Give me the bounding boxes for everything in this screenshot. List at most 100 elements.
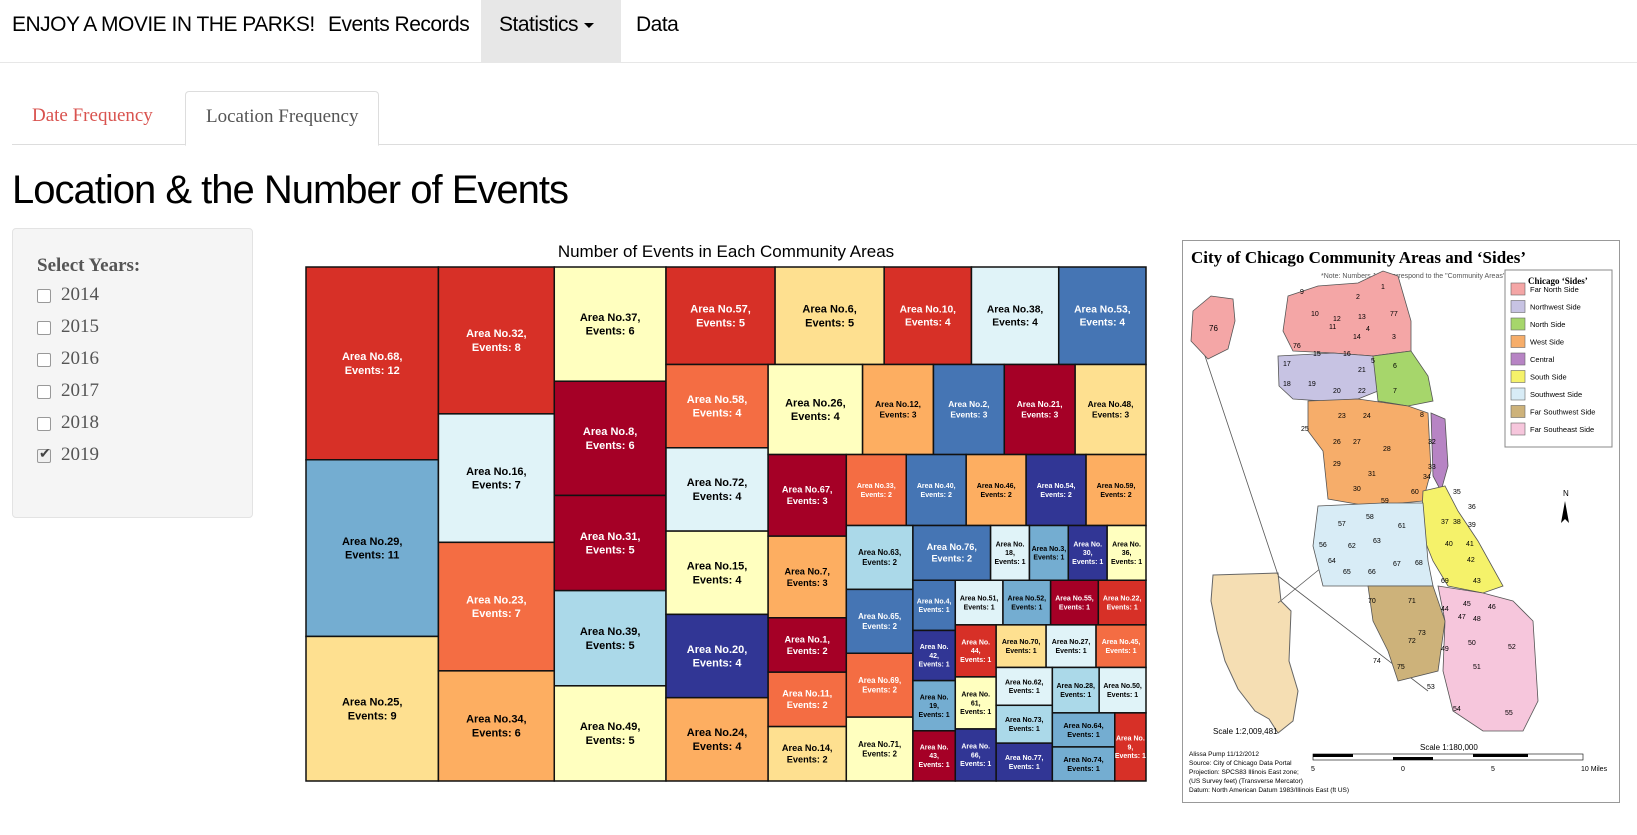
checkbox-input[interactable] [37,289,51,303]
treemap-cell-area-33[interactable]: Area No.33, Events: 2 [845,453,907,527]
treemap-cell-area-1[interactable]: Area No.1, Events: 2 [767,617,848,673]
treemap-label: Area No.73, Events: 1 [1005,717,1044,733]
treemap-cell-area-54[interactable]: Area No.54, Events: 2 [1025,453,1087,527]
treemap-cell-area-14[interactable]: Area No.14, Events: 2 [767,725,848,782]
treemap-cell-area-11[interactable]: Area No.11, Events: 2 [767,671,848,728]
treemap-cell-area-30[interactable]: Area No. 30, Events: 1 [1067,524,1108,582]
map-area-number: 34 [1423,474,1431,481]
treemap-cell-area-71[interactable]: Area No.71, Events: 2 [845,716,914,782]
treemap-rect [553,266,667,382]
treemap-cell-area-3[interactable]: Area No.3, Events: 1 [1028,524,1070,582]
treemap-cell-area-59[interactable]: Area No.59, Events: 2 [1085,453,1147,527]
brand-title[interactable]: ENJOY A MOVIE IN THE PARKS! [12,0,315,50]
map-area-number: 61 [1398,523,1406,530]
treemap-cell-area-25[interactable]: Area No.25, Events: 9 [305,635,440,782]
treemap-cell-area-37[interactable]: Area No.37, Events: 6 [553,266,667,382]
treemap-cell-area-46[interactable]: Area No.46, Events: 2 [965,453,1027,527]
treemap-cell-area-74[interactable]: Area No.74, Events: 1 [1051,746,1116,782]
treemap-cell-area-68[interactable]: Area No.68, Events: 12 [305,266,440,461]
checkbox-input[interactable] [37,321,51,335]
checkbox-input[interactable]: ✔ [37,447,51,463]
map-area-number: 64 [1328,558,1336,565]
treemap-cell-area-61[interactable]: Area No. 61, Events: 1 [954,676,997,730]
treemap-cell-area-77[interactable]: Area No.77, Events: 1 [995,742,1054,782]
treemap-cell-area-22[interactable]: Area No.22, Events: 1 [1097,579,1147,626]
treemap-cell-area-65[interactable]: Area No.65, Events: 2 [845,588,914,655]
nav-data[interactable]: Data [618,0,696,62]
treemap-cell-area-7[interactable]: Area No.7, Events: 3 [767,535,848,619]
credit-line-2: Source: City of Chicago Data Portal [1189,760,1292,767]
treemap-cell-area-18[interactable]: Area No. 18, Events: 1 [989,524,1031,582]
map-area-number: 74 [1373,658,1381,665]
tab-location-frequency[interactable]: Location Frequency [185,91,380,146]
treemap-cell-area-53[interactable]: Area No.53, Events: 4 [1057,266,1147,366]
treemap-cell-area-52[interactable]: Area No.52, Events: 1 [1002,579,1052,626]
treemap-rect [437,413,556,544]
treemap-cell-area-2[interactable]: Area No.2, Events: 3 [932,363,1006,456]
treemap-cell-area-69[interactable]: Area No.69, Events: 2 [845,652,914,718]
treemap-cell-area-64[interactable]: Area No.64, Events: 1 [1051,712,1116,748]
treemap-cell-area-62[interactable]: Area No.62, Events: 1 [995,666,1054,707]
nav-events-records[interactable]: Events Records [310,0,487,62]
treemap-cell-area-28[interactable]: Area No.28, Events: 1 [1051,666,1100,714]
treemap-cell-area-9[interactable]: Area No. 9, Events: 1 [1114,712,1147,782]
treemap-cell-area-38[interactable]: Area No.38, Events: 4 [970,266,1060,366]
treemap-cell-area-8[interactable]: Area No.8, Events: 6 [553,380,667,497]
scale-tick-1: 5 [1311,766,1315,773]
treemap-cell-area-70[interactable]: Area No.70, Events: 1 [995,624,1047,669]
treemap-cell-area-76[interactable]: Area No.76, Events: 2 [912,524,992,582]
treemap-cell-area-15[interactable]: Area No.15, Events: 4 [665,530,769,616]
treemap-cell-area-20[interactable]: Area No.20, Events: 4 [665,613,769,699]
treemap-cell-area-40[interactable]: Area No.40, Events: 2 [905,453,967,527]
treemap-label: Area No.51, Events: 1 [960,596,999,612]
map-area-number: 49 [1441,646,1449,653]
treemap-cell-area-72[interactable]: Area No.72, Events: 4 [665,447,769,532]
treemap-cell-area-29[interactable]: Area No.29, Events: 11 [305,459,440,638]
nav-statistics-label: Statistics [499,13,579,36]
treemap-cell-area-49[interactable]: Area No.49, Events: 5 [553,685,667,782]
treemap-cell-area-58[interactable]: Area No.58, Events: 4 [665,363,769,449]
treemap-cell-area-51[interactable]: Area No.51, Events: 1 [954,579,1004,626]
treemap-cell-area-24[interactable]: Area No.24, Events: 4 [665,696,769,782]
treemap-cell-area-4[interactable]: Area No.4, Events: 1 [912,579,957,632]
treemap-cell-area-42[interactable]: Area No. 42, Events: 1 [912,629,957,682]
treemap-cell-area-36[interactable]: Area No. 36, Events: 1 [1106,524,1147,582]
treemap-cell-area-12[interactable]: Area No.12, Events: 3 [861,363,935,456]
treemap-cell-area-31[interactable]: Area No.31, Events: 5 [553,494,667,592]
map-area-number: 51 [1473,664,1481,671]
treemap-label: Area No.53, Events: 4 [1074,305,1131,329]
treemap-cell-area-48[interactable]: Area No.48, Events: 3 [1074,363,1147,456]
treemap-cell-area-57[interactable]: Area No.57, Events: 5 [665,266,776,366]
treemap-cell-area-19[interactable]: Area No. 19, Events: 1 [912,679,957,732]
treemap-cell-area-23[interactable]: Area No.23, Events: 7 [437,541,556,672]
checkbox-input[interactable] [37,417,51,431]
treemap-cell-area-39[interactable]: Area No.39, Events: 5 [553,589,667,687]
treemap-cell-area-27[interactable]: Area No.27, Events: 1 [1045,624,1097,669]
treemap-cell-area-16[interactable]: Area No.16, Events: 7 [437,413,556,544]
treemap-cell-area-63[interactable]: Area No.63, Events: 2 [845,524,914,591]
treemap-cell-area-26[interactable]: Area No.26, Events: 4 [767,363,864,456]
treemap-cell-area-55[interactable]: Area No.55, Events: 1 [1049,579,1100,626]
tab-date-frequency[interactable]: Date Frequency [12,91,173,143]
legend-swatch [1510,300,1526,313]
treemap-cell-area-73[interactable]: Area No.73, Events: 1 [995,704,1054,744]
scale-small-label: Scale 1:2,009,481 [1213,727,1278,736]
map-area-number: 1 [1381,284,1385,291]
treemap-cell-area-44[interactable]: Area No. 44, Events: 1 [954,624,997,678]
treemap-label: Area No.39, Events: 5 [580,626,641,652]
nav-statistics-dropdown[interactable]: Statistics [481,0,621,62]
treemap-cell-area-32[interactable]: Area No.32, Events: 8 [437,266,556,415]
treemap-cell-area-45[interactable]: Area No.45, Events: 1 [1095,624,1147,669]
checkbox-input[interactable] [37,353,51,367]
treemap-cell-area-66[interactable]: Area No. 66, Events: 1 [954,728,997,782]
treemap-cell-area-10[interactable]: Area No.10, Events: 4 [883,266,973,366]
legend-swatch [1510,335,1526,348]
treemap-cell-area-67[interactable]: Area No.67, Events: 3 [767,453,848,537]
legend-label: South Side [1530,373,1567,382]
treemap-cell-area-6[interactable]: Area No.6, Events: 5 [774,266,885,366]
treemap-cell-area-21[interactable]: Area No.21, Events: 3 [1003,363,1076,456]
checkbox-input[interactable] [37,385,51,399]
treemap-cell-area-50[interactable]: Area No.50, Events: 1 [1098,666,1147,714]
treemap-cell-area-34[interactable]: Area No.34, Events: 6 [437,670,556,782]
treemap-cell-area-43[interactable]: Area No. 43, Events: 1 [912,730,957,782]
